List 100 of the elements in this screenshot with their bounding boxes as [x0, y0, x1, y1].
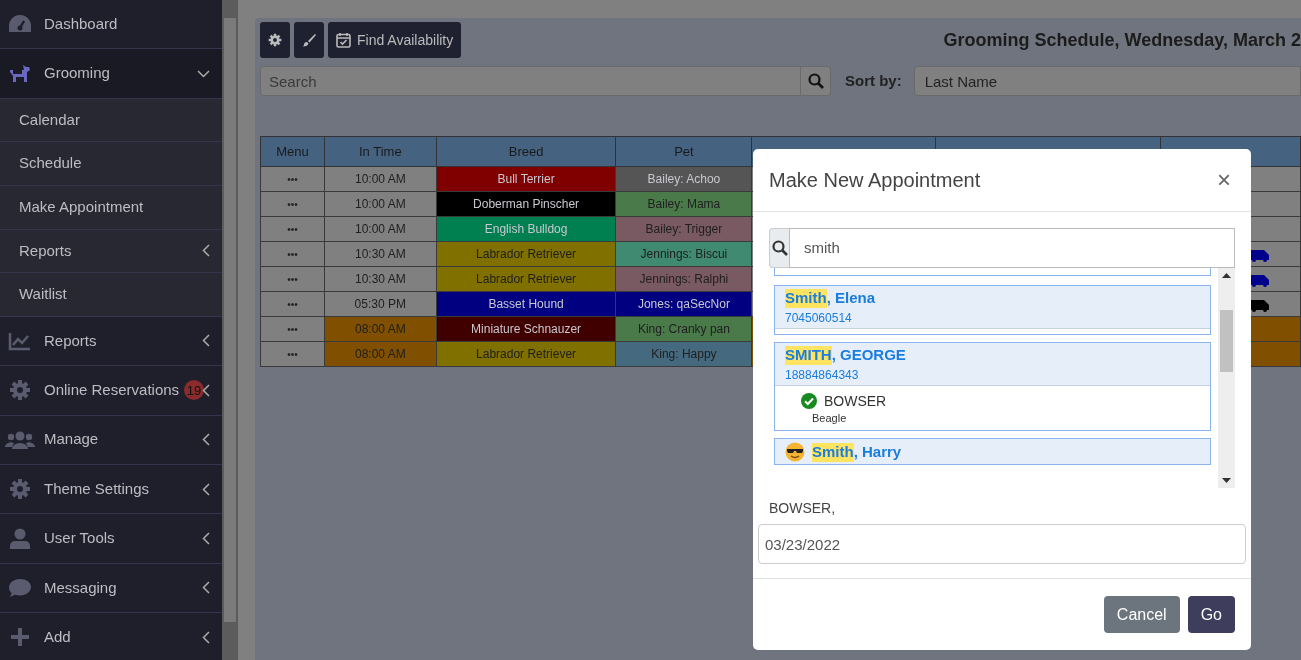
customer-item[interactable]: Smith, Harry: [775, 439, 1210, 465]
dialog-title: Make New Appointment: [769, 168, 982, 193]
pet-cell: Jennings: Ralphi: [616, 266, 752, 292]
schedule-title: Grooming Schedule, Wednesday, March 2: [943, 28, 1301, 52]
customer-name: Smith, Elena: [785, 289, 877, 308]
close-button[interactable]: ×: [1213, 168, 1235, 192]
go-button[interactable]: Go: [1187, 596, 1235, 633]
cancel-button[interactable]: Cancel: [1103, 596, 1180, 633]
row-menu-button[interactable]: •••: [260, 341, 325, 367]
table-cell: 08:00 AM: [324, 341, 437, 367]
chevron-left-icon: [202, 244, 210, 258]
scroll-up-icon: [1222, 273, 1231, 278]
row-menu-button[interactable]: •••: [260, 241, 325, 267]
customer-item[interactable]: SMITH, GEORGE 18884864343: [775, 342, 1210, 385]
customer-phone: 7045060514: [785, 310, 853, 326]
pet-breed: Beagle: [812, 412, 848, 426]
table-cell: 10:00 AM: [324, 191, 437, 217]
sidebar-subitem[interactable]: Calendar: [0, 98, 222, 143]
gauge-icon: [8, 14, 32, 35]
column-header: Pet: [616, 136, 752, 167]
date-field[interactable]: 03/23/2022: [758, 524, 1246, 564]
table-cell: 10:30 AM: [324, 241, 437, 267]
notification-badge: 19: [184, 380, 204, 401]
calendar-check-icon: [336, 32, 351, 48]
chevron-left-icon: [202, 532, 210, 545]
chevron-left-icon: [202, 630, 210, 644]
dog-icon: [8, 62, 32, 85]
column-header: In Time: [324, 136, 437, 167]
chevron-down-icon: [197, 69, 210, 78]
pet-cell: King: Cranky pan: [616, 316, 752, 342]
gear-icon: [9, 478, 31, 501]
customer-item[interactable]: Smith, Elena 7045060514: [775, 286, 1210, 328]
pet-cell: Jones: qaSecNor: [616, 291, 752, 317]
plus-icon: [10, 627, 30, 648]
sidebar-subitem[interactable]: Make Appointment: [0, 185, 222, 230]
table-cell: 05:30 PM: [324, 291, 437, 317]
customer-name: SMITH, GEORGE: [785, 345, 907, 365]
settings-button[interactable]: [260, 22, 290, 58]
table-cell: 08:00 AM: [324, 316, 437, 342]
scrollbar-thumb[interactable]: [1220, 310, 1233, 372]
scroll-down-icon: [1222, 478, 1231, 483]
column-header: Menu: [260, 136, 325, 167]
pet-cell: Bailey: Achoo: [616, 166, 752, 192]
selection-label: BOWSER,: [769, 499, 837, 518]
person-icon: [9, 527, 31, 550]
customer-search-field[interactable]: smith: [789, 228, 1235, 268]
pet-name: BOWSER: [824, 392, 887, 410]
column-header: Breed: [436, 136, 616, 167]
users-icon: [5, 429, 35, 450]
sidebar-subitem[interactable]: Waitlist: [0, 273, 222, 317]
breed-cell: Miniature Schnauzer: [436, 316, 616, 342]
chevron-left-icon: [202, 334, 210, 348]
breed-cell: Basset Hound: [436, 291, 616, 317]
search-icon: [807, 73, 824, 89]
scrollbar[interactable]: [222, 0, 238, 660]
sidebar-item[interactable]: User Tools: [0, 514, 222, 564]
brush-button[interactable]: [294, 22, 324, 58]
gear-icon: [9, 379, 31, 402]
search-icon: [771, 240, 788, 256]
breed-cell: English Bulldog: [436, 216, 616, 242]
chart-icon: [8, 330, 32, 351]
sidebar-item[interactable]: Theme Settings: [0, 464, 222, 515]
chevron-left-icon: [202, 581, 210, 595]
row-menu-button[interactable]: •••: [260, 166, 325, 192]
brush-icon: [302, 33, 316, 47]
table-cell: 10:00 AM: [324, 166, 437, 192]
breed-cell: Labrador Retriever: [436, 241, 616, 267]
table-cell: 10:30 AM: [324, 266, 437, 292]
sidebar-item[interactable]: Grooming: [0, 49, 222, 99]
breed-cell: Labrador Retriever: [436, 266, 616, 292]
sidebar-item[interactable]: Manage: [0, 415, 222, 465]
find-availability-button[interactable]: Find Availability: [328, 22, 462, 58]
row-menu-button[interactable]: •••: [260, 191, 325, 217]
breed-cell: Labrador Retriever: [436, 341, 616, 367]
chevron-left-icon: [202, 482, 210, 496]
table-cell: 10:00 AM: [324, 216, 437, 242]
customer-name: Smith, Harry: [785, 442, 1200, 463]
row-menu-button[interactable]: •••: [260, 216, 325, 242]
pet-item[interactable]: BOWSER Beagle: [775, 384, 1210, 431]
row-menu-button[interactable]: •••: [260, 291, 325, 317]
sidebar-subitem[interactable]: Reports: [0, 229, 222, 274]
breed-cell: Bull Terrier: [436, 166, 616, 192]
list-scrollbar[interactable]: [1218, 268, 1235, 488]
pet-cell: King: Happy: [616, 341, 752, 367]
row-menu-button[interactable]: •••: [260, 316, 325, 342]
row-menu-button[interactable]: •••: [260, 266, 325, 292]
chevron-left-icon: [202, 383, 210, 397]
pet-cell: Bailey: Mama: [616, 191, 752, 217]
sidebar-item[interactable]: Messaging: [0, 563, 222, 614]
gear-icon: [268, 33, 282, 47]
search-field[interactable]: Search: [260, 66, 801, 96]
sidebar-item[interactable]: Online Reservations 19: [0, 366, 222, 416]
sort-label: Sort by:: [845, 70, 902, 91]
sidebar-subitem[interactable]: Schedule: [0, 142, 222, 186]
speech-bubble-icon: [8, 577, 32, 598]
pet-cell: Jennings: Biscui: [616, 241, 752, 267]
breed-cell: Doberman Pinscher: [436, 191, 616, 217]
sort-select[interactable]: Last Name: [913, 66, 1301, 96]
search-button[interactable]: [801, 66, 831, 96]
pet-cell: Bailey: Trigger: [616, 216, 752, 242]
